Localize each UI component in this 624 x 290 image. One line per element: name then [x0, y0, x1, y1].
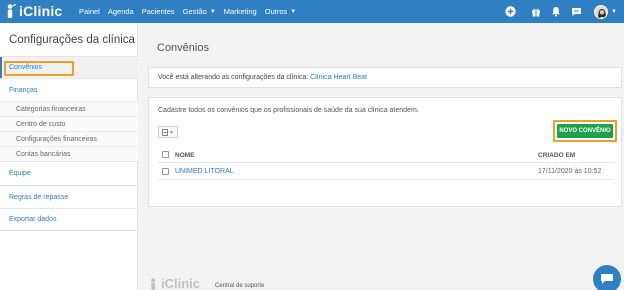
support-link[interactable]: Central de suporte — [215, 283, 264, 289]
nav-item-agenda[interactable]: Agenda — [108, 7, 134, 16]
nav-item-gestao[interactable]: Gestão ▼ — [183, 7, 216, 16]
chat-bubble-icon — [601, 274, 613, 284]
nav-item-outros-label: Outros — [264, 7, 288, 16]
new-convenio-button[interactable]: NOVO CONVÊNIO — [557, 124, 613, 138]
page-title: Convênios — [157, 42, 209, 54]
sidebar-subitem-centro-custo[interactable]: Centro de custo — [0, 116, 138, 131]
chat-icon[interactable] — [570, 6, 582, 18]
gift-icon[interactable] — [530, 6, 542, 18]
select-all-checkbox[interactable] — [162, 151, 169, 158]
convenio-name-link[interactable]: UNIMED LITORAL — [175, 168, 234, 175]
info-prefix: Você está alterando as configurações da … — [158, 74, 309, 81]
sidebar-title: Configurações da clínica — [9, 34, 135, 46]
top-actions: ▼ — [496, 0, 624, 23]
table-row: UNIMED LITORAL 17/11/2020 às 10:52 — [158, 164, 614, 180]
main-nav: Painel Agenda Pacientes Gestão ▼ Marketin… — [79, 0, 304, 23]
sidebar-item-financas[interactable]: Finanças — [0, 78, 138, 101]
nav-item-painel[interactable]: Painel — [79, 7, 100, 16]
nav-item-marketing[interactable]: Marketing — [224, 7, 257, 16]
sidebar-item-exportar-dados[interactable]: Exportar dados — [0, 208, 138, 231]
sidebar-subitem-config-financeiras[interactable]: Configurações financeiras — [0, 131, 138, 146]
sidebar-item-label: Regras de repasse — [9, 193, 69, 201]
chevron-down-icon[interactable]: ▼ — [611, 9, 617, 15]
top-navbar: iClinic Painel Agenda Pacientes Gestão ▼ … — [0, 0, 624, 23]
convenios-description: Cadastre todos os convênios que os profi… — [158, 107, 419, 114]
sidebar-item-label: Equipe — [9, 170, 31, 177]
table-header: NOME CRIADO EM — [158, 148, 614, 163]
main-content: Convênios Você está alterando as configu… — [138, 23, 624, 290]
convenios-card: Cadastre todos os convênios que os profi… — [148, 97, 622, 207]
clinic-name-link[interactable]: Clínica Heart Beat — [310, 74, 367, 81]
sidebar-item-equipe[interactable]: Equipe — [0, 161, 138, 185]
add-icon[interactable] — [504, 6, 516, 18]
logo-icon — [5, 4, 17, 18]
footer-logo: iClinic — [149, 276, 200, 290]
clinic-info-text: Você está alterando as configurações da … — [158, 74, 367, 81]
sidebar-subitem-categorias[interactable]: Categorias financeiras — [0, 101, 138, 116]
brand-name: iClinic — [19, 3, 63, 19]
settings-sidebar: Configurações da clínica Convênios Finan… — [0, 23, 138, 290]
support-chat-button[interactable] — [593, 265, 621, 290]
sidebar-item-convenios[interactable]: Convênios — [0, 56, 138, 78]
nav-item-pacientes[interactable]: Pacientes — [142, 7, 175, 16]
sidebar-menu: Convênios Finanças Categorias financeira… — [0, 56, 138, 231]
avatar[interactable] — [594, 4, 609, 19]
sidebar-subitem-contas-bancarias[interactable]: Contas bancárias — [0, 146, 138, 161]
sidebar-item-label: Finanças — [9, 86, 38, 94]
nav-item-outros[interactable]: Outros ▼ — [265, 7, 296, 16]
bell-icon[interactable] — [550, 6, 562, 18]
export-dropdown-button[interactable] — [158, 126, 178, 138]
highlight-box — [4, 61, 74, 76]
column-header-created[interactable]: CRIADO EM — [538, 152, 575, 159]
nav-item-gestao-label: Gestão — [182, 7, 207, 16]
clinic-info-card: Você está alterando as configurações da … — [148, 67, 622, 88]
footer-brand-name: iClinic — [161, 276, 201, 290]
sidebar-item-regras-repasse[interactable]: Regras de repasse — [0, 185, 138, 208]
logo-icon — [151, 277, 156, 290]
row-checkbox[interactable] — [162, 168, 169, 175]
export-icon — [162, 128, 173, 136]
chevron-down-icon: ▼ — [290, 8, 297, 15]
chevron-down-icon: ▼ — [209, 8, 216, 15]
created-date: 17/11/2020 às 10:52 — [538, 168, 602, 175]
column-header-name[interactable]: NOME — [175, 152, 195, 159]
brand-logo[interactable]: iClinic — [5, 3, 62, 19]
sidebar-item-label: Exportar dados — [9, 216, 57, 223]
